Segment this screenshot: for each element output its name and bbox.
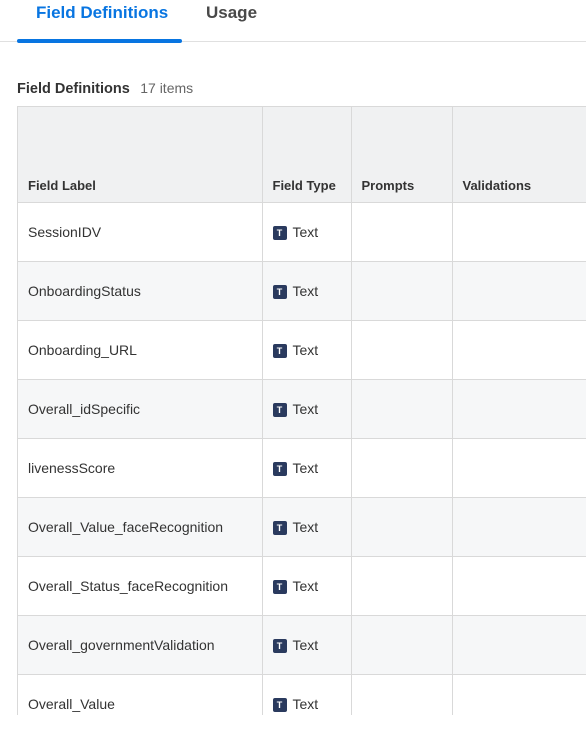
validations-cell [452,379,586,439]
tab-usage-label: Usage [206,3,258,22]
field-type-label: Text [292,460,319,477]
prompts-cell [351,674,453,715]
field-type-cell: T Text [262,202,352,262]
field-label-cell[interactable]: SessionIDV [18,202,263,262]
prompts-cell [351,320,453,380]
text-type-icon: T [272,284,287,299]
field-type-label: Text [292,578,319,595]
validations-cell [452,202,586,262]
tab-field-definitions-label: Field Definitions [36,3,169,22]
field-type-cell: T Text [262,556,352,616]
section-header: Field Definitions 17 items [17,80,193,100]
text-type-icon: T [272,402,287,417]
table-row[interactable]: SessionIDV T Text [18,202,586,262]
field-label-cell[interactable]: Onboarding_URL [18,320,263,380]
field-type-label: Text [292,283,319,300]
validations-cell [452,320,586,380]
table-row[interactable]: OnboardingStatus T Text [18,261,586,321]
field-type-cell: T Text [262,438,352,498]
table-row[interactable]: Overall_governmentValidation T Text [18,615,586,675]
text-type-icon: T [272,579,287,594]
text-type-icon: T [272,461,287,476]
column-header-prompts[interactable]: Prompts [351,107,453,203]
text-type-icon: T [272,638,287,653]
table-row[interactable]: Overall_idSpecific T Text [18,379,586,439]
table-header-row: Field Label Field Type Prompts Validatio… [18,107,586,203]
field-type: T Text [272,283,319,300]
prompts-cell [351,202,453,262]
field-type-cell: T Text [262,379,352,439]
validations-cell [452,615,586,675]
field-type: T Text [272,342,319,359]
tab-bar: Field Definitions Usage [0,0,586,43]
field-definitions-table: Field Label Field Type Prompts Validatio… [18,107,586,715]
field-type-label: Text [292,401,319,418]
field-label-cell[interactable]: Overall_idSpecific [18,379,263,439]
field-type: T Text [272,696,319,713]
validations-cell [452,497,586,557]
text-type-icon: T [272,520,287,535]
validations-cell [452,674,586,715]
field-type: T Text [272,637,319,654]
field-type-cell: T Text [262,615,352,675]
field-type-cell: T Text [262,674,352,715]
section-title: Field Definitions [17,81,130,97]
field-type-label: Text [292,637,319,654]
table-row[interactable]: Overall_Status_faceRecognition T Text [18,556,586,616]
column-header-validations[interactable]: Validations [452,107,586,203]
field-type: T Text [272,401,319,418]
field-label-cell[interactable]: livenessScore [18,438,263,498]
column-header-field-type[interactable]: Field Type [262,107,352,203]
tab-field-definitions[interactable]: Field Definitions [17,0,182,43]
field-type-label: Text [292,342,319,359]
field-definitions-grid[interactable]: Field Label Field Type Prompts Validatio… [17,106,586,715]
item-count: 17 items [140,80,194,96]
column-header-field-label[interactable]: Field Label [18,107,263,203]
field-label-cell[interactable]: Overall_governmentValidation [18,615,263,675]
prompts-cell [351,497,453,557]
field-type-cell: T Text [262,497,352,557]
table-row[interactable]: Overall_Value_faceRecognition T Text [18,497,586,557]
validations-cell [452,556,586,616]
field-label-cell[interactable]: Overall_Value_faceRecognition [18,497,263,557]
field-type-label: Text [292,224,319,241]
field-type-label: Text [292,696,319,713]
prompts-cell [351,438,453,498]
table-row[interactable]: Onboarding_URL T Text [18,320,586,380]
table-row[interactable]: Overall_Value T Text [18,674,586,715]
field-type-cell: T Text [262,261,352,321]
table-row[interactable]: livenessScore T Text [18,438,586,498]
field-type-cell: T Text [262,320,352,380]
prompts-cell [351,379,453,439]
text-type-icon: T [272,697,287,712]
validations-cell [452,438,586,498]
prompts-cell [351,556,453,616]
text-type-icon: T [272,343,287,358]
validations-cell [452,261,586,321]
field-type-label: Text [292,519,319,536]
field-label-cell[interactable]: Overall_Value [18,674,263,715]
active-tab-indicator [17,39,182,43]
field-label-cell[interactable]: OnboardingStatus [18,261,263,321]
prompts-cell [351,261,453,321]
field-type: T Text [272,460,319,477]
field-label-cell[interactable]: Overall_Status_faceRecognition [18,556,263,616]
prompts-cell [351,615,453,675]
field-type: T Text [272,519,319,536]
field-type: T Text [272,578,319,595]
field-type: T Text [272,224,319,241]
text-type-icon: T [272,225,287,240]
